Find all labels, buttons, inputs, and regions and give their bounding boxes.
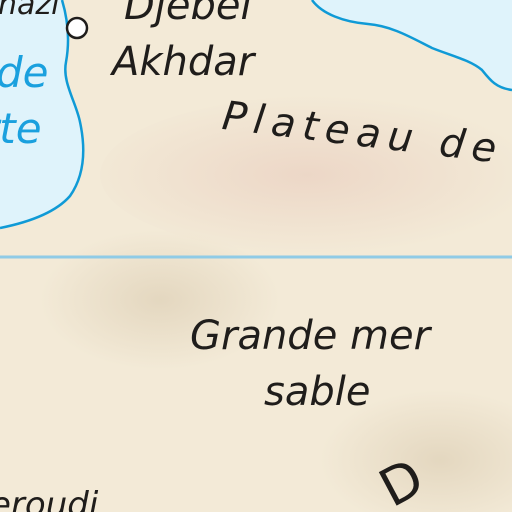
place-label-fragment[interactable]: eroudi — [0, 488, 98, 512]
gulf-label[interactable]: de — [0, 52, 49, 94]
erg-label[interactable]: Grande mer — [190, 316, 430, 356]
mountain-label[interactable]: Djebel — [124, 0, 252, 26]
gulf-label[interactable]: rte — [0, 108, 42, 150]
city-label[interactable]: nazi — [0, 0, 59, 20]
mountain-label[interactable]: Akhdar — [112, 42, 254, 82]
erg-label[interactable]: sable — [264, 372, 370, 412]
city-dot-icon[interactable] — [65, 16, 89, 40]
map-view[interactable]: nazi Djebel Akhdar de rte Plateau de Gra… — [0, 0, 512, 512]
map-canvas — [0, 0, 512, 512]
